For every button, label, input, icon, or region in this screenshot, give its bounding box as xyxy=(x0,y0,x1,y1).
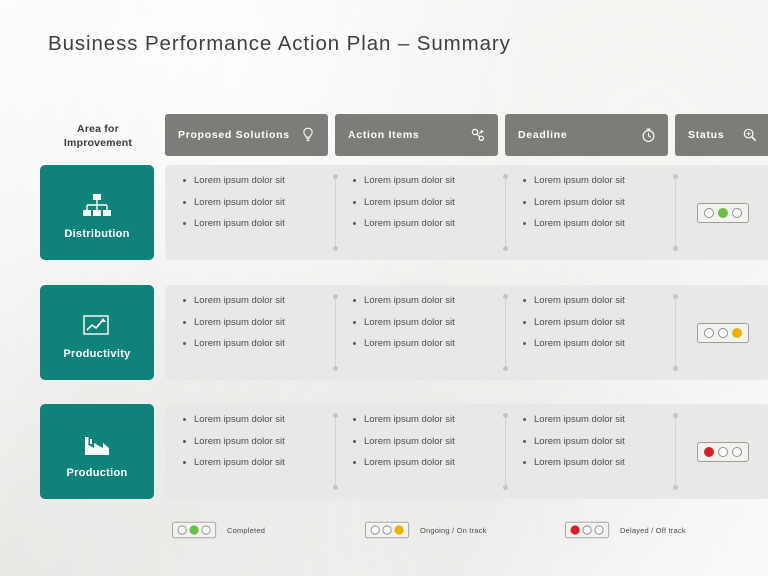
page-title: Business Performance Action Plan – Summa… xyxy=(48,32,511,55)
list-item: Lorem ipsum dolor sit xyxy=(183,339,327,349)
status-bulb-green xyxy=(582,525,592,535)
cell-status xyxy=(675,285,768,380)
legend-label: Delayed / Off track xyxy=(620,525,686,535)
header-area-line2: Improvement xyxy=(63,137,133,149)
status-bulb-amber xyxy=(394,525,404,535)
status-bulb-green xyxy=(382,525,392,535)
list-item: Lorem ipsum dolor sit xyxy=(183,458,327,468)
header-proposed-solutions: Proposed Solutions xyxy=(165,114,328,156)
list-item: Lorem ipsum dolor sit xyxy=(523,458,667,468)
status-bulb-red xyxy=(703,446,714,457)
list-item: Lorem ipsum dolor sit xyxy=(523,339,667,349)
header-area-for-improvement: Area for Improvement xyxy=(40,114,156,158)
list-item: Lorem ipsum dolor sit xyxy=(183,296,327,306)
row-content-panel: Lorem ipsum dolor sit Lorem ipsum dolor … xyxy=(165,285,768,380)
legend-traffic-light-red xyxy=(565,521,610,539)
cell-proposed-solutions: Lorem ipsum dolor sit Lorem ipsum dolor … xyxy=(165,404,335,499)
list-item: Lorem ipsum dolor sit xyxy=(353,339,497,349)
legend-traffic-light-green xyxy=(172,521,217,539)
cell-deadline: Lorem ipsum dolor sit Lorem ipsum dolor … xyxy=(505,285,675,380)
status-bulb-green xyxy=(717,327,728,338)
list-item: Lorem ipsum dolor sit xyxy=(523,415,667,425)
header-area-line1: Area for xyxy=(77,122,119,135)
cell-deadline: Lorem ipsum dolor sit Lorem ipsum dolor … xyxy=(505,404,675,499)
org-chart-icon xyxy=(82,185,112,219)
category-card-production[interactable]: Production xyxy=(40,404,154,499)
header-proposed-solutions-label: Proposed Solutions xyxy=(178,129,290,141)
status-bulb-red xyxy=(703,327,714,338)
status-bulb-red xyxy=(703,207,714,218)
status-traffic-light[interactable] xyxy=(696,202,749,223)
column-headers: Area for Improvement Proposed Solutions … xyxy=(40,114,768,158)
list-item: Lorem ipsum dolor sit xyxy=(353,176,497,186)
factory-icon xyxy=(82,424,112,458)
list-item: Lorem ipsum dolor sit xyxy=(183,219,327,229)
header-deadline-label: Deadline xyxy=(518,129,568,141)
status-traffic-light[interactable] xyxy=(696,322,749,343)
list-item: Lorem ipsum dolor sit xyxy=(523,176,667,186)
list-item: Lorem ipsum dolor sit xyxy=(523,219,667,229)
header-action-items-label: Action Items xyxy=(348,129,420,141)
cell-status xyxy=(675,404,768,499)
list-item: Lorem ipsum dolor sit xyxy=(353,436,497,447)
row-content-panel: Lorem ipsum dolor sit Lorem ipsum dolor … xyxy=(165,165,768,260)
status-bulb-amber xyxy=(594,525,604,535)
list-item: Lorem ipsum dolor sit xyxy=(353,317,497,328)
header-deadline: Deadline xyxy=(505,114,668,156)
legend: Completed Ongoing / On track Delayed / O… xyxy=(150,521,710,545)
settings-gear-icon xyxy=(468,125,488,145)
status-bulb-amber xyxy=(731,207,742,218)
cell-action-items: Lorem ipsum dolor sit Lorem ipsum dolor … xyxy=(335,404,505,499)
growth-chart-icon xyxy=(82,305,112,339)
header-action-items: Action Items xyxy=(335,114,498,156)
lightbulb-icon xyxy=(298,125,318,145)
list-item: Lorem ipsum dolor sit xyxy=(183,415,327,425)
list-item: Lorem ipsum dolor sit xyxy=(183,197,327,208)
list-item: Lorem ipsum dolor sit xyxy=(183,436,327,447)
list-item: Lorem ipsum dolor sit xyxy=(183,317,327,328)
header-status: Status xyxy=(675,114,768,156)
legend-label: Completed xyxy=(227,525,266,535)
status-bulb-green xyxy=(717,207,728,218)
list-item: Lorem ipsum dolor sit xyxy=(523,296,667,306)
row-content-panel: Lorem ipsum dolor sit Lorem ipsum dolor … xyxy=(165,404,768,499)
list-item: Lorem ipsum dolor sit xyxy=(353,415,497,425)
cell-deadline: Lorem ipsum dolor sit Lorem ipsum dolor … xyxy=(505,165,675,260)
status-bulb-red xyxy=(570,525,580,535)
legend-label: Ongoing / On track xyxy=(420,525,487,535)
status-traffic-light[interactable] xyxy=(696,441,749,462)
category-label: Productivity xyxy=(63,348,131,360)
list-item: Lorem ipsum dolor sit xyxy=(183,176,327,186)
cell-proposed-solutions: Lorem ipsum dolor sit Lorem ipsum dolor … xyxy=(165,285,335,380)
category-label: Production xyxy=(66,467,128,479)
status-bulb-amber xyxy=(731,327,742,338)
legend-item-delayed: Delayed / Off track xyxy=(565,521,686,539)
status-bulb-red xyxy=(177,525,187,535)
list-item: Lorem ipsum dolor sit xyxy=(523,317,667,328)
category-card-productivity[interactable]: Productivity xyxy=(40,285,154,380)
list-item: Lorem ipsum dolor sit xyxy=(353,219,497,229)
list-item: Lorem ipsum dolor sit xyxy=(523,436,667,447)
cell-status xyxy=(675,165,768,260)
magnifier-icon xyxy=(740,125,760,145)
stopwatch-icon xyxy=(638,125,658,145)
legend-traffic-light-amber xyxy=(365,521,410,539)
status-bulb-red xyxy=(370,525,380,535)
status-bulb-amber xyxy=(731,446,742,457)
cell-action-items: Lorem ipsum dolor sit Lorem ipsum dolor … xyxy=(335,285,505,380)
status-bulb-green xyxy=(717,446,728,457)
list-item: Lorem ipsum dolor sit xyxy=(353,296,497,306)
list-item: Lorem ipsum dolor sit xyxy=(523,197,667,208)
status-bulb-amber xyxy=(201,525,211,535)
cell-proposed-solutions: Lorem ipsum dolor sit Lorem ipsum dolor … xyxy=(165,165,335,260)
category-card-distribution[interactable]: Distribution xyxy=(40,165,154,260)
list-item: Lorem ipsum dolor sit xyxy=(353,197,497,208)
legend-item-completed: Completed xyxy=(172,521,265,539)
category-label: Distribution xyxy=(64,228,130,240)
header-status-label: Status xyxy=(688,129,725,141)
status-bulb-green xyxy=(189,525,199,535)
list-item: Lorem ipsum dolor sit xyxy=(353,458,497,468)
cell-action-items: Lorem ipsum dolor sit Lorem ipsum dolor … xyxy=(335,165,505,260)
legend-item-ongoing: Ongoing / On track xyxy=(365,521,487,539)
